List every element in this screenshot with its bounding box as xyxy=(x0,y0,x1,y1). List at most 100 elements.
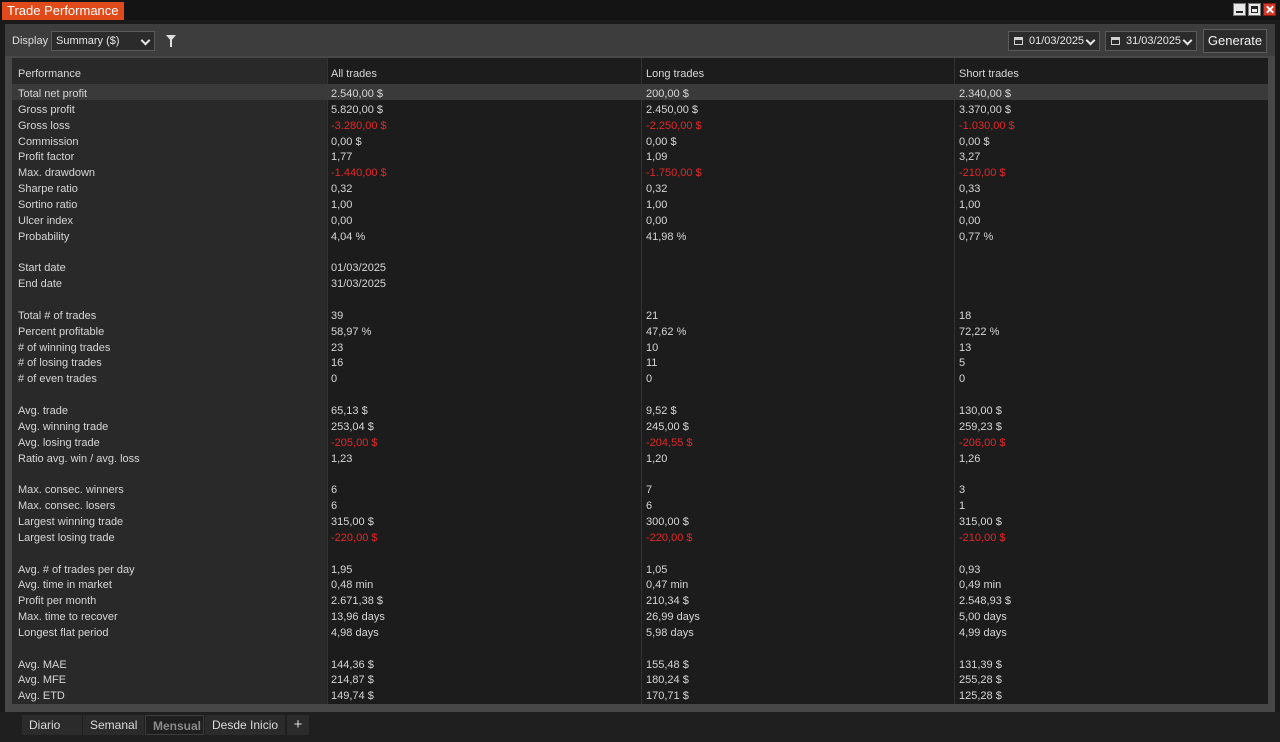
date-from-select[interactable]: 01/03/2025 xyxy=(1008,31,1100,51)
table-row xyxy=(12,641,1268,657)
cell-long: 1,09 xyxy=(646,151,668,164)
cell-short: 1,00 xyxy=(959,198,981,211)
cell-all: 23 xyxy=(331,341,344,354)
row-label: Max. consec. winners xyxy=(18,484,124,497)
row-label: Gross profit xyxy=(18,103,75,116)
cell-long: 0,00 $ xyxy=(646,135,677,148)
cell-long: 9,52 $ xyxy=(646,405,677,417)
cell-all: 01/03/2025 xyxy=(331,262,387,275)
row-label: Ulcer index xyxy=(18,214,74,227)
row-label: Avg. MFE xyxy=(18,674,67,687)
cell-all: 39 xyxy=(331,309,344,322)
table-row xyxy=(12,245,1268,261)
cell-long: -204,55 $ xyxy=(646,436,693,449)
cell-long: 47,62 % xyxy=(646,325,687,338)
add-tab-button[interactable]: + xyxy=(287,715,309,735)
table-row: Profit per month 2.671,38 $ 210,34 $ 2.548,… xyxy=(12,593,1268,609)
table-row: # of winning trades 23 10 13 xyxy=(12,340,1268,356)
table-row: End date 31/03/2025 xyxy=(12,276,1268,292)
window-title: Trade Performance xyxy=(2,2,124,20)
cell-all: 1,95 xyxy=(331,563,353,576)
table-row: Avg. losing trade -205,00 $ -204,55 $ -206,… xyxy=(12,435,1268,451)
row-label: Max. time to recover xyxy=(18,611,118,624)
cell-short: 5,00 days xyxy=(959,611,1007,624)
date-to-select[interactable]: 31/03/2025 xyxy=(1105,31,1197,51)
table-row: # of losing trades 16 11 5 xyxy=(12,355,1268,371)
cell-long: -220,00 $ xyxy=(646,531,693,544)
row-label: Largest winning trade xyxy=(18,515,124,528)
bottom-tab-bar: Diario Semanal Mensual Desde Inicio + xyxy=(0,712,1280,742)
cell-short: 130,00 $ xyxy=(959,405,1002,417)
row-label: Ratio avg. win / avg. loss xyxy=(18,452,140,465)
filter-icon[interactable] xyxy=(166,35,176,47)
table-row: Commission 0,00 $ 0,00 $ 0,00 $ xyxy=(12,134,1268,150)
cell-short: 1,26 xyxy=(959,452,981,465)
table-row xyxy=(12,546,1268,562)
chevron-down-icon xyxy=(1085,35,1096,46)
performance-panel: Display Summary ($) 01/03/2025 31/03/202… xyxy=(5,24,1275,712)
close-icon[interactable] xyxy=(1263,3,1276,16)
cell-short: 0,93 xyxy=(959,563,981,576)
cell-short: 2.340,00 $ xyxy=(959,88,1011,100)
cell-short: 13 xyxy=(959,341,972,354)
minimize-icon[interactable] xyxy=(1233,3,1246,16)
table-row: Ratio avg. win / avg. loss 1,23 1,20 1,26 xyxy=(12,451,1268,467)
cell-all: 0,00 xyxy=(331,214,353,227)
row-label: Avg. MAE xyxy=(18,658,67,671)
cell-all: 0 xyxy=(331,373,338,386)
row-label: Max. consec. losers xyxy=(18,500,116,513)
row-label: Profit factor xyxy=(18,151,75,164)
header-long-trades: Long trades xyxy=(646,68,705,80)
cell-long: 180,24 $ xyxy=(646,674,689,687)
cell-all: 65,13 $ xyxy=(331,405,368,417)
header-short-trades: Short trades xyxy=(959,68,1019,80)
table-row: Avg. # of trades per day 1,95 1,05 0,93 xyxy=(12,562,1268,578)
cell-long: 26,99 days xyxy=(646,611,700,624)
window-titlebar xyxy=(0,0,1280,20)
cell-all: -3.280,00 $ xyxy=(331,119,387,132)
row-label: # of winning trades xyxy=(18,341,111,354)
table-row: Sharpe ratio 0,32 0,32 0,33 xyxy=(12,181,1268,197)
cell-all: 16 xyxy=(331,357,344,370)
cell-all: 4,04 % xyxy=(331,230,366,243)
tab-diario[interactable]: Diario xyxy=(22,715,82,735)
cell-long: 155,48 $ xyxy=(646,658,689,671)
tab-mensual[interactable]: Mensual xyxy=(145,715,204,735)
cell-short: 0,33 xyxy=(959,183,981,196)
cell-short: 0,00 $ xyxy=(959,135,990,148)
cell-all: 6 xyxy=(331,484,338,497)
display-label: Display xyxy=(12,35,49,47)
row-label: Commission xyxy=(18,135,79,148)
cell-short: 3.370,00 $ xyxy=(959,103,1011,116)
cell-long: 7 xyxy=(646,484,653,497)
cell-all: -220,00 $ xyxy=(331,531,378,544)
cell-all: 0,48 min xyxy=(331,579,374,592)
chevron-down-icon xyxy=(140,35,151,46)
row-label: Start date xyxy=(18,262,66,275)
cell-all: 2.671,38 $ xyxy=(331,595,383,608)
table-row: Avg. trade 65,13 $ 9,52 $ 130,00 $ xyxy=(12,403,1268,419)
generate-button[interactable]: Generate xyxy=(1203,29,1267,53)
tab-desde-inicio[interactable]: Desde Inicio xyxy=(205,715,285,735)
table-row: Sortino ratio 1,00 1,00 1,00 xyxy=(12,197,1268,213)
table-row: Profit factor 1,77 1,09 3,27 xyxy=(12,149,1268,165)
cell-all: 5.820,00 $ xyxy=(331,103,383,116)
cell-long: 21 xyxy=(646,309,659,322)
cell-all: 315,00 $ xyxy=(331,515,374,528)
maximize-icon[interactable] xyxy=(1248,3,1261,16)
table-row xyxy=(12,466,1268,482)
cell-short: 259,23 $ xyxy=(959,420,1002,433)
cell-short: 2.548,93 $ xyxy=(959,595,1011,608)
tab-semanal[interactable]: Semanal xyxy=(83,715,144,735)
cell-all: 1,23 xyxy=(331,452,353,465)
cell-long: 1,00 xyxy=(646,198,668,211)
row-label: Gross loss xyxy=(18,119,70,132)
table-row: Max. drawdown -1.440,00 $ -1.750,00 $ -210,… xyxy=(12,165,1268,181)
cell-short: 4,99 days xyxy=(959,626,1007,639)
cell-all: 4,98 days xyxy=(331,626,379,639)
cell-short: 0,00 xyxy=(959,214,981,227)
cell-long: 210,34 $ xyxy=(646,595,689,608)
display-select[interactable]: Summary ($) xyxy=(51,31,155,51)
cell-short: 5 xyxy=(959,357,966,370)
row-label: Max. drawdown xyxy=(18,167,96,180)
